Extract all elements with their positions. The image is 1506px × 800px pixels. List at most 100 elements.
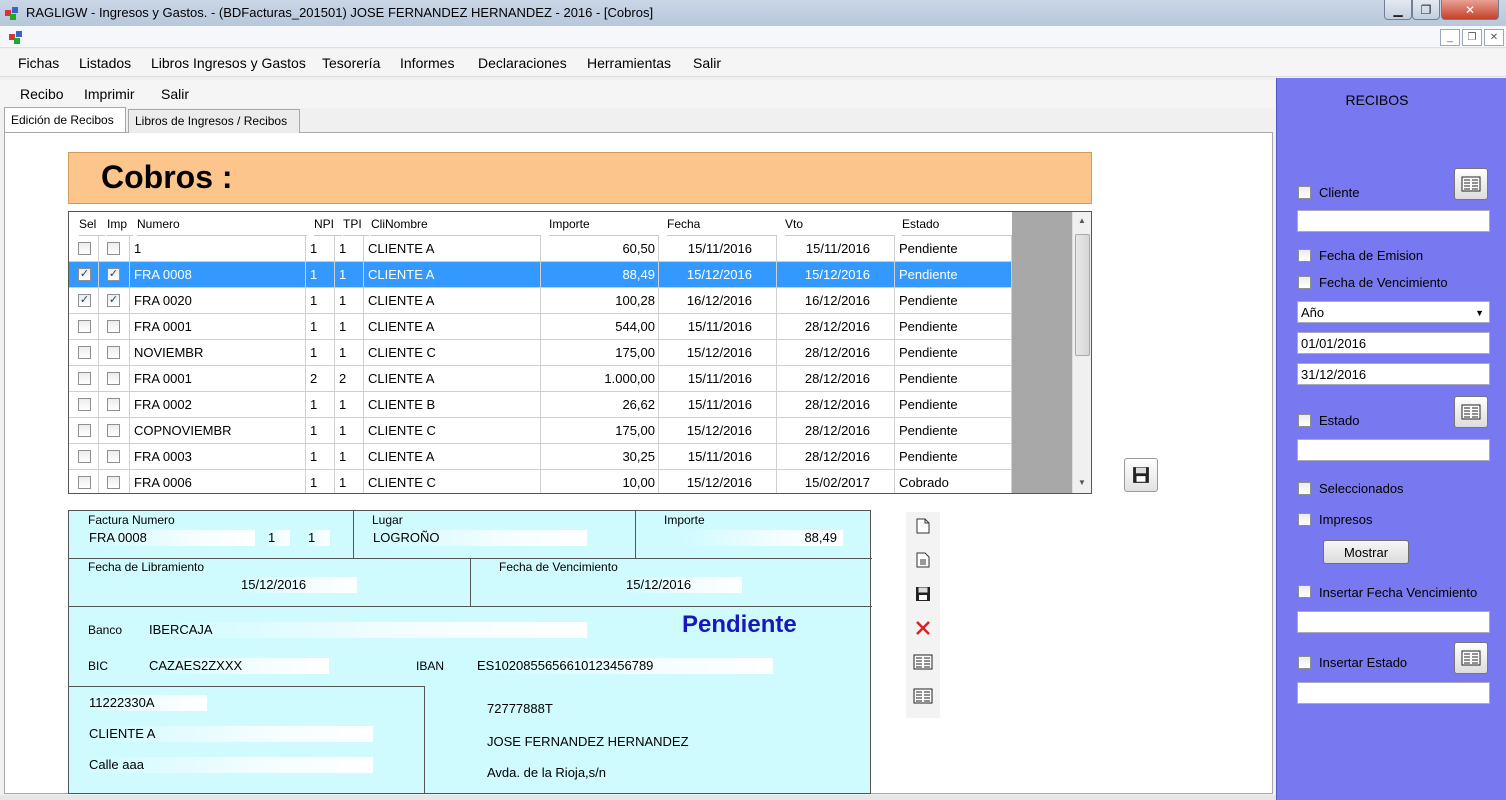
row-importe-cell[interactable]: 88,49: [541, 262, 659, 288]
row-imp-checkbox[interactable]: [107, 320, 120, 333]
fecha-desde-input[interactable]: 01/01/2016: [1297, 332, 1490, 354]
row-importe-cell[interactable]: 100,28: [541, 288, 659, 314]
row-sel-checkbox[interactable]: ✓: [78, 268, 91, 281]
row-sel-checkbox[interactable]: [78, 476, 91, 489]
row-sel-checkbox[interactable]: [78, 372, 91, 385]
row-numero-cell[interactable]: FRA 0001: [130, 366, 306, 392]
row-fecha-cell[interactable]: 15/11/2016: [659, 444, 777, 470]
scroll-thumb[interactable]: [1075, 234, 1090, 356]
row-fecha-cell[interactable]: 15/12/2016: [659, 470, 777, 493]
row-cliente-cell[interactable]: CLIENTE A: [364, 262, 541, 288]
row-fecha-cell[interactable]: 15/11/2016: [659, 236, 777, 262]
row-imp-checkbox[interactable]: [107, 372, 120, 385]
row-imp-checkbox[interactable]: [107, 242, 120, 255]
estado-lookup-button[interactable]: [1454, 396, 1488, 428]
fecha-emision-checkbox[interactable]: [1298, 249, 1311, 262]
factura-numero-field[interactable]: FRA 0008: [87, 530, 255, 546]
iban-field[interactable]: ES1020855656610123456789: [475, 658, 773, 674]
table-row[interactable]: FRA 0001 2 2 CLIENTE A 1.000,00 15/11/2016 28/…: [69, 366, 1012, 392]
row-sel-checkbox[interactable]: [78, 398, 91, 411]
cliente-nombre-field[interactable]: CLIENTE A: [87, 726, 373, 742]
row-estado-cell[interactable]: Pendiente: [895, 418, 1012, 444]
banco-field[interactable]: IBERCAJA: [147, 622, 587, 638]
row-npi-cell[interactable]: 1: [306, 392, 335, 418]
seleccionados-checkbox[interactable]: [1298, 482, 1311, 495]
tab-edicion-recibos[interactable]: Edición de Recibos: [4, 107, 126, 132]
row-tpi-cell[interactable]: 1: [335, 418, 364, 444]
row-vto-cell[interactable]: 15/11/2016: [777, 236, 895, 262]
maximize-button[interactable]: ❐: [1412, 0, 1440, 20]
cliente-checkbox[interactable]: [1298, 186, 1311, 199]
cliente-lookup-button[interactable]: [1454, 168, 1488, 200]
mdi-minimize-button[interactable]: _: [1440, 29, 1460, 46]
row-sel-checkbox[interactable]: [78, 320, 91, 333]
insertar-estado-input[interactable]: [1297, 682, 1490, 704]
menu-listados[interactable]: Listados: [79, 55, 131, 71]
list-button-2[interactable]: [913, 686, 933, 706]
grid-scrollbar[interactable]: ▲ ▼: [1072, 212, 1091, 493]
column-header-tpi[interactable]: TPI: [343, 212, 369, 236]
table-row[interactable]: ✓ ✓ FRA 0008 1 1 CLIENTE A 88,49 15/12/2016 15/1…: [69, 262, 1012, 288]
row-numero-cell[interactable]: FRA 0002: [130, 392, 306, 418]
row-cliente-cell[interactable]: CLIENTE C: [364, 470, 541, 493]
submenu-salir[interactable]: Salir: [161, 86, 189, 102]
row-importe-cell[interactable]: 544,00: [541, 314, 659, 340]
delete-button[interactable]: [913, 618, 933, 638]
lugar-field[interactable]: LOGROÑO: [371, 530, 587, 546]
row-importe-cell[interactable]: 175,00: [541, 418, 659, 444]
child-window-icon[interactable]: [8, 29, 24, 45]
bic-field[interactable]: CAZAES2ZXXX: [147, 658, 329, 674]
list-button-1[interactable]: [913, 652, 933, 672]
importe-field[interactable]: 88,49: [681, 530, 843, 546]
row-importe-cell[interactable]: 175,00: [541, 340, 659, 366]
row-tpi-cell[interactable]: 1: [335, 314, 364, 340]
insertar-estado-checkbox[interactable]: [1298, 656, 1311, 669]
row-estado-cell[interactable]: Pendiente: [895, 288, 1012, 314]
row-estado-cell[interactable]: Pendiente: [895, 444, 1012, 470]
row-sel-checkbox[interactable]: [78, 424, 91, 437]
row-npi-cell[interactable]: 1: [306, 340, 335, 366]
cliente-direccion-field[interactable]: Calle aaa: [87, 757, 373, 773]
row-tpi-cell[interactable]: 1: [335, 470, 364, 493]
estado-checkbox[interactable]: [1298, 414, 1311, 427]
row-npi-cell[interactable]: 2: [306, 366, 335, 392]
row-tpi-cell[interactable]: 1: [335, 392, 364, 418]
row-cliente-cell[interactable]: CLIENTE A: [364, 288, 541, 314]
row-numero-cell[interactable]: FRA 0001: [130, 314, 306, 340]
row-sel-checkbox[interactable]: [78, 346, 91, 359]
menu-salir[interactable]: Salir: [693, 55, 721, 71]
cliente-filter-input[interactable]: [1297, 210, 1490, 232]
column-header-numero[interactable]: Numero: [137, 212, 307, 236]
row-vto-cell[interactable]: 16/12/2016: [777, 288, 895, 314]
fecha-vencimiento-checkbox[interactable]: [1298, 276, 1311, 289]
row-numero-cell[interactable]: FRA 0003: [130, 444, 306, 470]
column-header-importe[interactable]: Importe: [549, 212, 659, 236]
fecha-vencimiento-field[interactable]: 15/12/2016: [624, 577, 742, 593]
submenu-imprimir[interactable]: Imprimir: [84, 86, 135, 102]
row-numero-cell[interactable]: COPNOVIEMBR: [130, 418, 306, 444]
menu-declaraciones[interactable]: Declaraciones: [478, 55, 567, 71]
row-npi-cell[interactable]: 1: [306, 288, 335, 314]
fecha-libramiento-field[interactable]: 15/12/2016: [239, 577, 357, 593]
row-vto-cell[interactable]: 28/12/2016: [777, 366, 895, 392]
row-numero-cell[interactable]: 1: [130, 236, 306, 262]
menu-herramientas[interactable]: Herramientas: [587, 55, 671, 71]
row-sel-checkbox[interactable]: [78, 242, 91, 255]
row-sel-checkbox[interactable]: [78, 450, 91, 463]
mdi-close-button[interactable]: ✕: [1484, 29, 1504, 46]
tpi-field[interactable]: 1: [306, 530, 330, 546]
row-fecha-cell[interactable]: 15/11/2016: [659, 366, 777, 392]
row-importe-cell[interactable]: 26,62: [541, 392, 659, 418]
row-fecha-cell[interactable]: 15/11/2016: [659, 314, 777, 340]
table-row[interactable]: 1 1 1 CLIENTE A 60,50 15/11/2016 15/11/2016 Pen…: [69, 236, 1012, 262]
row-vto-cell[interactable]: 28/12/2016: [777, 444, 895, 470]
row-estado-cell[interactable]: Pendiente: [895, 340, 1012, 366]
row-tpi-cell[interactable]: 1: [335, 262, 364, 288]
row-imp-checkbox[interactable]: [107, 424, 120, 437]
table-row[interactable]: FRA 0002 1 1 CLIENTE B 26,62 15/11/2016 28/12/…: [69, 392, 1012, 418]
row-tpi-cell[interactable]: 1: [335, 444, 364, 470]
column-header-imp[interactable]: Imp: [107, 212, 133, 236]
table-row[interactable]: FRA 0006 1 1 CLIENTE C 10,00 15/12/2016 15/02/…: [69, 470, 1012, 493]
scroll-down-icon[interactable]: ▼: [1078, 478, 1086, 487]
edit-button[interactable]: [913, 550, 933, 570]
